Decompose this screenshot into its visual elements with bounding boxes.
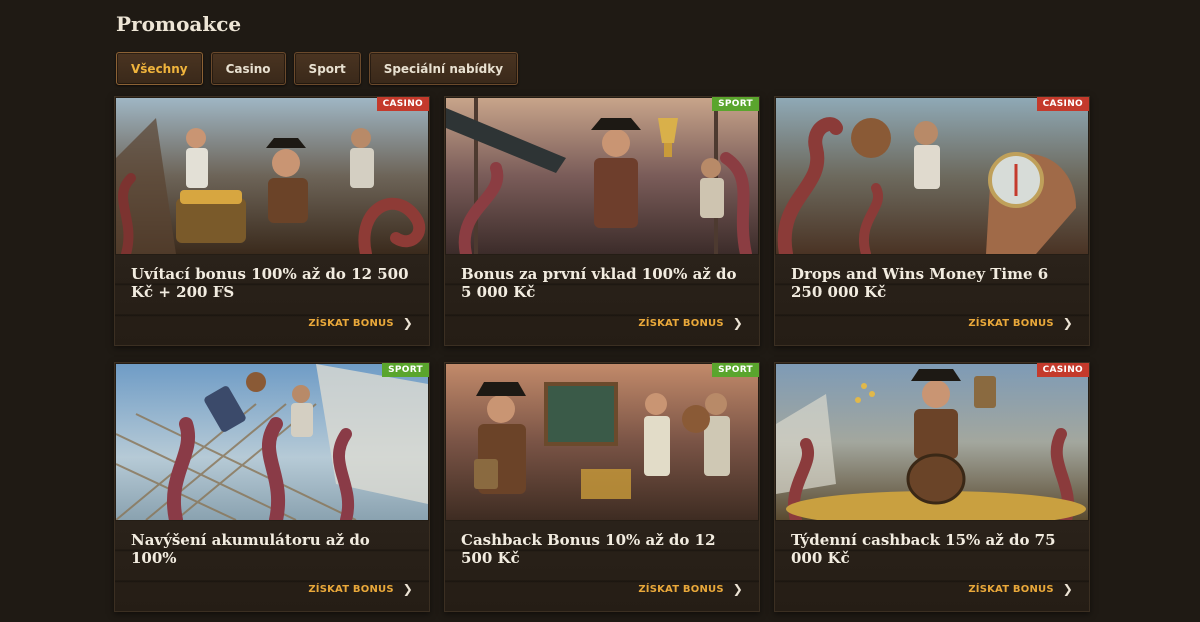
get-bonus-button[interactable]: ZÍSKAT BONUS ❯ [638, 582, 743, 596]
get-bonus-button[interactable]: ZÍSKAT BONUS ❯ [308, 316, 413, 330]
chevron-right-icon: ❯ [1062, 582, 1073, 596]
promo-card[interactable]: SPORT Bonus za první vklad 100% až do 5 … [444, 96, 760, 346]
promo-title: Navýšení akumulátoru až do 100% [131, 531, 370, 567]
promo-card-body: Navýšení akumulátoru až do 100% ZÍSKAT B… [115, 521, 429, 611]
category-badge: CASINO [1036, 97, 1089, 111]
get-bonus-label: ZÍSKAT BONUS [308, 583, 394, 595]
chevron-right-icon: ❯ [732, 316, 743, 330]
promo-title: Cashback Bonus 10% až do 12 500 Kč [461, 531, 716, 567]
category-badge: CASINO [376, 97, 429, 111]
category-badge: SPORT [382, 363, 429, 377]
chevron-right-icon: ❯ [732, 582, 743, 596]
promo-title: Drops and Wins Money Time 6 250 000 Kč [791, 265, 1049, 301]
chevron-right-icon: ❯ [402, 316, 413, 330]
promo-card[interactable]: CASINO Týdenní cashback 15% až do 75 000… [774, 362, 1090, 612]
promo-title: Uvítací bonus 100% až do 12 500 Kč + 200… [131, 265, 409, 301]
promo-image-pirate-trophy[interactable] [446, 98, 758, 254]
category-badge: SPORT [712, 97, 759, 111]
page-title: Promoakce [116, 12, 242, 36]
category-badge: SPORT [712, 363, 759, 377]
promo-card[interactable]: SPORT Cashback Bonus 10% až do 12 500 Kč… [444, 362, 760, 612]
promo-image-pirates-tactics[interactable] [446, 364, 758, 520]
promo-card[interactable]: CASINO Drops and Wins Money Time 6 250 0… [774, 96, 1090, 346]
promo-card-body: Cashback Bonus 10% až do 12 500 Kč ZÍSKA… [445, 521, 759, 611]
promo-card[interactable]: SPORT Navýšení akumulátoru až do 100% ZÍ… [114, 362, 430, 612]
promo-title: Týdenní cashback 15% až do 75 000 Kč [791, 531, 1056, 567]
promo-card-body: Uvítací bonus 100% až do 12 500 Kč + 200… [115, 255, 429, 345]
get-bonus-label: ZÍSKAT BONUS [968, 583, 1054, 595]
get-bonus-button[interactable]: ZÍSKAT BONUS ❯ [968, 582, 1073, 596]
get-bonus-label: ZÍSKAT BONUS [968, 317, 1054, 329]
tab-sport[interactable]: Sport [293, 52, 361, 85]
chevron-right-icon: ❯ [1062, 316, 1073, 330]
promo-image-pirates-treasure[interactable] [116, 98, 428, 254]
get-bonus-button[interactable]: ZÍSKAT BONUS ❯ [308, 582, 413, 596]
promo-title: Bonus za první vklad 100% až do 5 000 Kč [461, 265, 737, 301]
promo-card-body: Bonus za první vklad 100% až do 5 000 Kč… [445, 255, 759, 345]
promo-card[interactable]: CASINO Uvítací bonus 100% až do 12 500 K… [114, 96, 430, 346]
category-tabs: Všechny Casino Sport Speciální nabídky [116, 52, 526, 85]
get-bonus-label: ZÍSKAT BONUS [308, 317, 394, 329]
promo-grid: CASINO Uvítací bonus 100% až do 12 500 K… [114, 96, 1090, 612]
tab-special-offers[interactable]: Speciální nabídky [368, 52, 519, 85]
get-bonus-button[interactable]: ZÍSKAT BONUS ❯ [638, 316, 743, 330]
chevron-right-icon: ❯ [402, 582, 413, 596]
tab-all[interactable]: Všechny [116, 52, 203, 85]
promo-image-pirate-compass[interactable] [776, 98, 1088, 254]
promo-card-body: Týdenní cashback 15% až do 75 000 Kč ZÍS… [775, 521, 1089, 611]
promo-image-kraken-net[interactable] [116, 364, 428, 520]
promo-image-pirate-barrel[interactable] [776, 364, 1088, 520]
tab-casino[interactable]: Casino [210, 52, 286, 85]
get-bonus-button[interactable]: ZÍSKAT BONUS ❯ [968, 316, 1073, 330]
promo-card-body: Drops and Wins Money Time 6 250 000 Kč Z… [775, 255, 1089, 345]
get-bonus-label: ZÍSKAT BONUS [638, 317, 724, 329]
get-bonus-label: ZÍSKAT BONUS [638, 583, 724, 595]
category-badge: CASINO [1036, 363, 1089, 377]
